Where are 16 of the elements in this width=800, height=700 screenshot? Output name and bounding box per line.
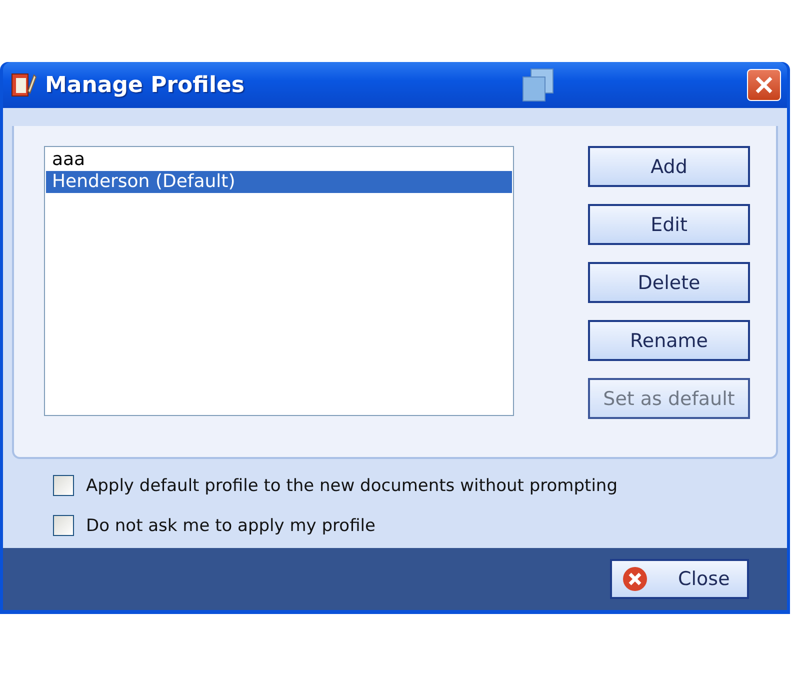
close-icon [754, 75, 774, 95]
profile-item[interactable]: aaa [46, 149, 512, 171]
profile-button[interactable]: Edit [588, 204, 750, 245]
option-label: Apply default profile to the new documents without prompting [86, 476, 618, 496]
close-button[interactable] [747, 69, 781, 101]
profile-item[interactable]: Henderson (Default) [46, 171, 512, 193]
profile-button[interactable]: Rename [588, 320, 750, 361]
notebook-icon [11, 71, 37, 99]
checkbox[interactable] [53, 475, 74, 496]
close-dialog-button[interactable]: Close [610, 559, 749, 599]
checkbox[interactable] [53, 515, 74, 536]
option-label: Do not ask me to apply my profile [86, 516, 376, 536]
profile-button[interactable]: Delete [588, 262, 750, 303]
profile-button[interactable]: Add [588, 146, 750, 187]
window-title: Manage Profiles [45, 72, 246, 98]
close-icon [622, 566, 648, 592]
